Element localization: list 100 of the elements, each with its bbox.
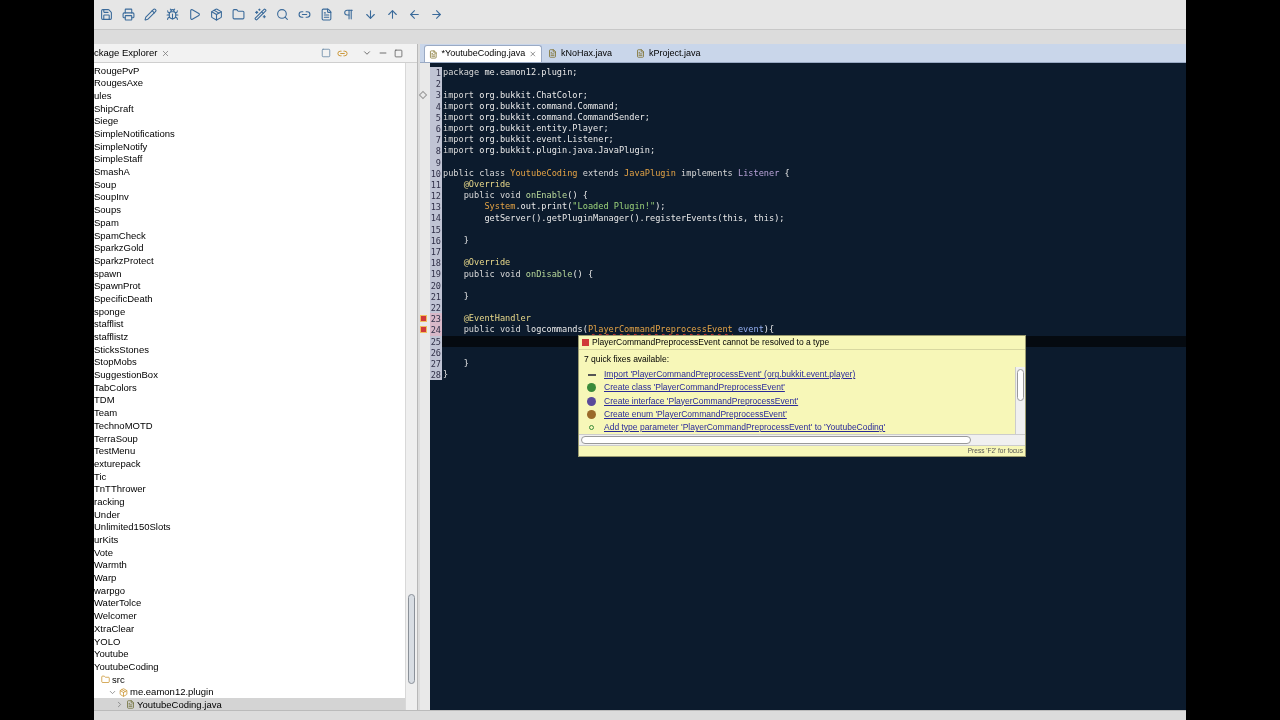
java-file-icon: [126, 700, 135, 710]
code-editor[interactable]: [420, 63, 1186, 710]
tree-item[interactable]: src: [94, 673, 405, 686]
tree-item[interactable]: YOLO: [94, 634, 405, 648]
tree-item[interactable]: XtraClear: [94, 622, 405, 635]
tree-item[interactable]: Soups: [94, 203, 405, 217]
tree-item[interactable]: RougePvP: [94, 64, 405, 77]
line-number: 24: [430, 324, 442, 336]
quick-fix-link[interactable]: Create enum 'PlayerCommandPreprocessEvent': [604, 407, 787, 421]
tree-item[interactable]: SimpleStaff: [94, 152, 405, 166]
print-icon[interactable]: [120, 6, 136, 23]
tree-item[interactable]: sponge: [94, 305, 405, 318]
tree-item[interactable]: Spam: [94, 216, 405, 229]
import-icon: [587, 373, 596, 376]
tree-item[interactable]: Warmth: [94, 558, 405, 572]
tree-item[interactable]: SticksStones: [94, 343, 405, 356]
code-line: import org.bukkit.ChatColor;: [442, 88, 588, 102]
line-number: 12: [430, 190, 442, 202]
tree-item[interactable]: Soup: [94, 178, 405, 191]
line-number: 7: [430, 134, 442, 146]
tree-item[interactable]: SmashA: [94, 165, 405, 179]
editor-tab[interactable]: kProject.java: [632, 45, 718, 62]
code-line: getServer().getPluginManager().registerEvents(this, this);: [483, 211, 785, 225]
quick-fix-link[interactable]: Add type parameter 'PlayerCommandPreprocessEvent' to 'YoutubeCoding': [604, 421, 886, 434]
tree-item[interactable]: SparkzGold: [94, 241, 405, 255]
line-number: 20: [430, 279, 442, 291]
tree-item[interactable]: StopMobs: [94, 355, 405, 369]
tree-item[interactable]: TDM: [94, 393, 405, 407]
tree-item[interactable]: SimpleNotifications: [94, 127, 405, 141]
debug-icon[interactable]: [164, 6, 180, 23]
line-number: 4: [430, 100, 442, 112]
close-icon[interactable]: [529, 50, 537, 58]
tree-item[interactable]: TnTThrower: [94, 482, 405, 496]
tree-item[interactable]: warpgo: [94, 584, 405, 597]
problem-message: PlayerCommandPreprocessEvent cannot be resolved to a type: [592, 336, 830, 349]
tree-item[interactable]: SoupInv: [94, 190, 405, 204]
line-number: 25: [430, 335, 442, 347]
tree-item[interactable]: Vote: [94, 546, 405, 559]
line-number: 18: [430, 257, 442, 269]
code-line: }: [462, 289, 469, 303]
view-menu-icon[interactable]: [362, 48, 372, 58]
line-number: 23: [430, 313, 442, 325]
tree-item[interactable]: TestMenu: [94, 444, 405, 458]
collapse-all-icon[interactable]: [321, 48, 331, 58]
code-line: public void onEnable() {: [462, 189, 588, 202]
tree-item[interactable]: Under: [94, 508, 405, 521]
tree-item[interactable]: TerraSoup: [94, 431, 405, 445]
tree-item[interactable]: SimpleNotify: [94, 140, 405, 153]
tree-item[interactable]: TechnoMOTD: [94, 419, 405, 432]
tree-item[interactable]: SpamCheck: [94, 228, 405, 242]
tree-item[interactable]: me.eamon12.plugin: [94, 685, 405, 699]
tree-item[interactable]: YoutubeCoding.java: [94, 698, 405, 710]
wand-icon[interactable]: [252, 6, 268, 23]
editor-tab[interactable]: kNoHax.java: [544, 45, 630, 62]
tree-item[interactable]: spawn: [94, 267, 405, 280]
code-line: package me.eamon12.plugin;: [442, 66, 578, 80]
tree-item[interactable]: Siege: [94, 114, 405, 128]
tree-item[interactable]: WaterTolce: [94, 596, 405, 610]
scrollbar[interactable]: [1015, 367, 1025, 434]
quick-fix-link[interactable]: Create class 'PlayerCommandPreprocessEvent': [604, 381, 785, 395]
tree-item[interactable]: Unlimited150Slots: [94, 520, 405, 534]
save-icon[interactable]: [98, 6, 114, 23]
editor-tab[interactable]: *YoutubeCoding.java: [424, 45, 542, 62]
code-line: public class YoutubeCoding extends JavaPlugin implements Listener {: [442, 166, 790, 180]
tree-item[interactable]: urKits: [94, 533, 405, 547]
tree-item[interactable]: stafflist: [94, 317, 405, 331]
tree-item[interactable]: SpawnProt: [94, 279, 405, 293]
line-number: 3: [430, 89, 442, 101]
maximize-icon[interactable]: [394, 48, 403, 58]
tree-item[interactable]: Team: [94, 406, 405, 420]
tree-item[interactable]: SpecificDeath: [94, 292, 405, 306]
code-line: import org.bukkit.command.CommandSender;: [442, 111, 650, 124]
tree-item[interactable]: YoutubeCoding: [94, 660, 405, 673]
tree-item[interactable]: ules: [94, 89, 405, 103]
line-number: 26: [430, 346, 442, 358]
tree-item[interactable]: ShipCraft: [94, 102, 405, 115]
quick-fix-link[interactable]: Import 'PlayerCommandPreprocessEvent' (org.bukkit.event.player): [604, 368, 856, 381]
tree-item[interactable]: racking: [94, 495, 405, 509]
tree-item[interactable]: Warp: [94, 571, 405, 585]
search-icon[interactable]: [274, 6, 290, 23]
tree-item[interactable]: Welcomer: [94, 609, 405, 623]
scrollbar[interactable]: [405, 63, 417, 710]
close-icon[interactable]: [161, 48, 171, 58]
code-line: public void onDisable() {: [462, 267, 594, 281]
class-icon: [587, 383, 596, 393]
tree-item[interactable]: SparkzProtect: [94, 254, 405, 267]
tree-item[interactable]: stafflistz: [94, 330, 405, 344]
line-number: 2: [430, 78, 442, 90]
tree-item[interactable]: SuggestionBox: [94, 368, 405, 382]
tree-item[interactable]: RougesAxe: [94, 76, 405, 90]
tree-item[interactable]: Tic: [94, 470, 405, 483]
scrollbar[interactable]: [579, 434, 1025, 446]
tree-item[interactable]: Youtube: [94, 647, 405, 661]
package-icon[interactable]: [208, 6, 224, 23]
tree-item[interactable]: TabColors: [94, 381, 405, 394]
quick-fix-link[interactable]: Create interface 'PlayerCommandPreprocessEvent': [604, 394, 799, 408]
tree-item[interactable]: exturepack: [94, 457, 405, 470]
pencil-icon[interactable]: [142, 6, 158, 23]
code-line: System.out.print("Loaded Plugin!");: [483, 200, 666, 214]
line-number: 10: [430, 167, 442, 179]
